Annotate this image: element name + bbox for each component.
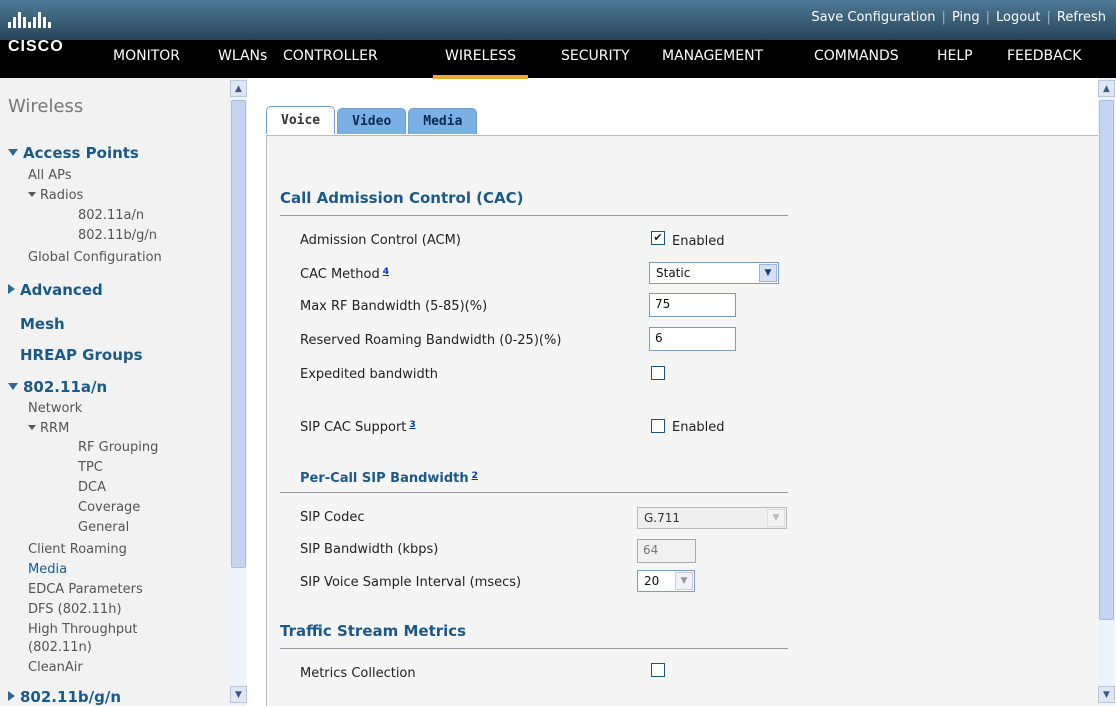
nav-wireless[interactable]: WIRELESS xyxy=(433,48,528,79)
sip-codec-select[interactable]: G.711 ▼ xyxy=(637,507,787,529)
tab-bar: Voice Video Media xyxy=(266,106,478,134)
sip-bandwidth-label: SIP Bandwidth (kbps) xyxy=(300,542,439,557)
sidebar-item-client-roaming[interactable]: Client Roaming xyxy=(28,542,127,557)
sip-voice-sample-interval-select[interactable]: 20 ▼ xyxy=(637,570,695,592)
metrics-collection-label: Metrics Collection xyxy=(300,666,416,681)
sidebar-item-802-11b-g-n[interactable]: 802.11b/g/n xyxy=(8,688,121,706)
sidebar-item-mesh[interactable]: Mesh xyxy=(20,315,65,333)
sidebar-item-media[interactable]: Media xyxy=(28,562,67,577)
scroll-up-icon[interactable]: ▲ xyxy=(230,80,247,97)
scrollbar-thumb[interactable] xyxy=(1099,100,1114,620)
scroll-up-icon[interactable]: ▲ xyxy=(1098,80,1115,97)
sip-cac-label: SIP CAC Support 3 xyxy=(300,420,416,435)
sidebar-item-radio-a[interactable]: 802.11a/n xyxy=(78,208,144,223)
footnote-2-link[interactable]: 2 xyxy=(472,471,478,481)
per-call-heading: Per-Call SIP Bandwidth 2 xyxy=(300,471,478,486)
chevron-down-icon: ▼ xyxy=(767,509,785,527)
header: CISCO Save Configuration | Ping | Logout… xyxy=(0,0,1116,79)
chevron-down-icon xyxy=(8,149,18,156)
sip-voice-sample-interval-label: SIP Voice Sample Interval (msecs) xyxy=(300,575,522,590)
chevron-down-icon: ▼ xyxy=(759,264,777,282)
sidebar-item-edca-parameters[interactable]: EDCA Parameters xyxy=(28,582,143,597)
sidebar-item-global-configuration[interactable]: Global Configuration xyxy=(28,250,162,265)
sidebar-item-dca[interactable]: DCA xyxy=(78,480,106,495)
sidebar-item-dfs[interactable]: DFS (802.11h) xyxy=(28,602,122,617)
sidebar-item-high-throughput[interactable]: High Throughput xyxy=(28,622,138,637)
expedited-bandwidth-label: Expedited bandwidth xyxy=(300,367,439,382)
reserved-roaming-label: Reserved Roaming Bandwidth (0-25)(%) xyxy=(300,333,562,348)
nav-security[interactable]: SECURITY xyxy=(561,48,630,64)
divider xyxy=(280,215,788,216)
metrics-collection-checkbox[interactable] xyxy=(651,663,665,677)
nav-management[interactable]: MANAGEMENT xyxy=(662,48,763,64)
sidebar-item-advanced[interactable]: Advanced xyxy=(8,281,103,299)
chevron-right-icon xyxy=(8,284,15,294)
sidebar-item-general[interactable]: General xyxy=(78,520,129,535)
tsm-heading: Traffic Stream Metrics xyxy=(280,622,467,640)
acm-checkbox[interactable]: ✔ xyxy=(651,231,665,245)
voice-panel: Call Admission Control (CAC) Admission C… xyxy=(266,135,1106,706)
sidebar-item-hreap-groups[interactable]: HREAP Groups xyxy=(20,346,143,364)
save-configuration-link[interactable]: Save Configuration xyxy=(811,10,935,25)
expedited-bandwidth-checkbox[interactable] xyxy=(651,366,665,380)
main-nav: MONITOR WLANs CONTROLLER WIRELESS SECURI… xyxy=(0,44,1116,79)
chevron-down-icon: ▼ xyxy=(675,572,693,590)
scroll-down-icon[interactable]: ▼ xyxy=(230,686,247,703)
cisco-bars-icon xyxy=(8,10,64,28)
sidebar-item-high-throughput-sub[interactable]: (802.11n) xyxy=(28,640,92,655)
acm-label: Admission Control (ACM) xyxy=(300,233,461,248)
nav-wlans[interactable]: WLANs xyxy=(218,48,267,64)
main-scrollbar[interactable]: ▲ ▼ xyxy=(1098,78,1115,706)
tab-voice[interactable]: Voice xyxy=(266,106,336,134)
nav-controller[interactable]: CONTROLLER xyxy=(283,48,378,64)
sidebar-item-coverage[interactable]: Coverage xyxy=(78,500,140,515)
divider xyxy=(280,648,788,649)
chevron-right-icon xyxy=(8,691,15,701)
sip-bandwidth-input[interactable]: 64 xyxy=(637,539,696,563)
sidebar-item-all-aps[interactable]: All APs xyxy=(28,168,72,183)
scrollbar-thumb[interactable] xyxy=(231,100,246,568)
sip-codec-label: SIP Codec xyxy=(300,510,365,525)
chevron-down-icon xyxy=(8,383,18,390)
nav-monitor[interactable]: MONITOR xyxy=(113,48,180,64)
sidebar-item-rf-grouping[interactable]: RF Grouping xyxy=(78,440,158,455)
sidebar-item-radios[interactable]: Radios xyxy=(28,188,83,203)
chevron-down-icon xyxy=(28,425,36,430)
nav-feedback[interactable]: FEEDBACK xyxy=(1007,48,1081,64)
sip-cac-enabled-label: Enabled xyxy=(672,420,725,435)
sidebar-item-tpc[interactable]: TPC xyxy=(78,460,103,475)
sidebar-item-access-points[interactable]: Access Points xyxy=(8,144,139,162)
footnote-4-link[interactable]: 4 xyxy=(383,267,389,277)
sip-cac-checkbox[interactable] xyxy=(651,419,665,433)
sidebar-title: Wireless xyxy=(8,96,84,117)
max-rf-bandwidth-label: Max RF Bandwidth (5-85)(%) xyxy=(300,299,488,314)
nav-commands[interactable]: COMMANDS xyxy=(814,48,899,64)
scroll-down-icon[interactable]: ▼ xyxy=(1098,686,1115,703)
sidebar-item-cleanair[interactable]: CleanAir xyxy=(28,660,83,675)
max-rf-bandwidth-input[interactable]: 75 xyxy=(649,293,736,317)
header-top-bar: CISCO Save Configuration | Ping | Logout… xyxy=(0,0,1116,55)
ping-link[interactable]: Ping xyxy=(952,10,980,25)
cac-method-select[interactable]: Static ▼ xyxy=(649,262,779,284)
sidebar-item-network[interactable]: Network xyxy=(28,401,82,416)
acm-enabled-label: Enabled xyxy=(672,234,725,249)
sidebar-item-rrm[interactable]: RRM xyxy=(28,421,69,436)
reserved-roaming-input[interactable]: 6 xyxy=(649,327,736,351)
refresh-link[interactable]: Refresh xyxy=(1057,10,1106,25)
main-content: Voice Video Media Call Admission Control… xyxy=(248,78,1106,706)
divider xyxy=(280,492,788,493)
sidebar-scrollbar[interactable]: ▲ ▼ xyxy=(230,78,247,706)
footnote-3-link[interactable]: 3 xyxy=(409,420,415,430)
sidebar-item-radio-b[interactable]: 802.11b/g/n xyxy=(78,228,157,243)
header-links: Save Configuration | Ping | Logout | Ref… xyxy=(811,10,1106,25)
cac-method-label: CAC Method 4 xyxy=(300,267,389,282)
tab-video[interactable]: Video xyxy=(337,108,407,134)
sidebar-item-802-11a-n[interactable]: 802.11a/n xyxy=(8,378,107,396)
cac-heading: Call Admission Control (CAC) xyxy=(280,189,524,207)
nav-help[interactable]: HELP xyxy=(937,48,973,64)
tab-media[interactable]: Media xyxy=(408,108,478,134)
chevron-down-icon xyxy=(28,192,36,197)
sidebar: Wireless Access Points All APs Radios 80… xyxy=(0,78,247,706)
logout-link[interactable]: Logout xyxy=(996,10,1041,25)
